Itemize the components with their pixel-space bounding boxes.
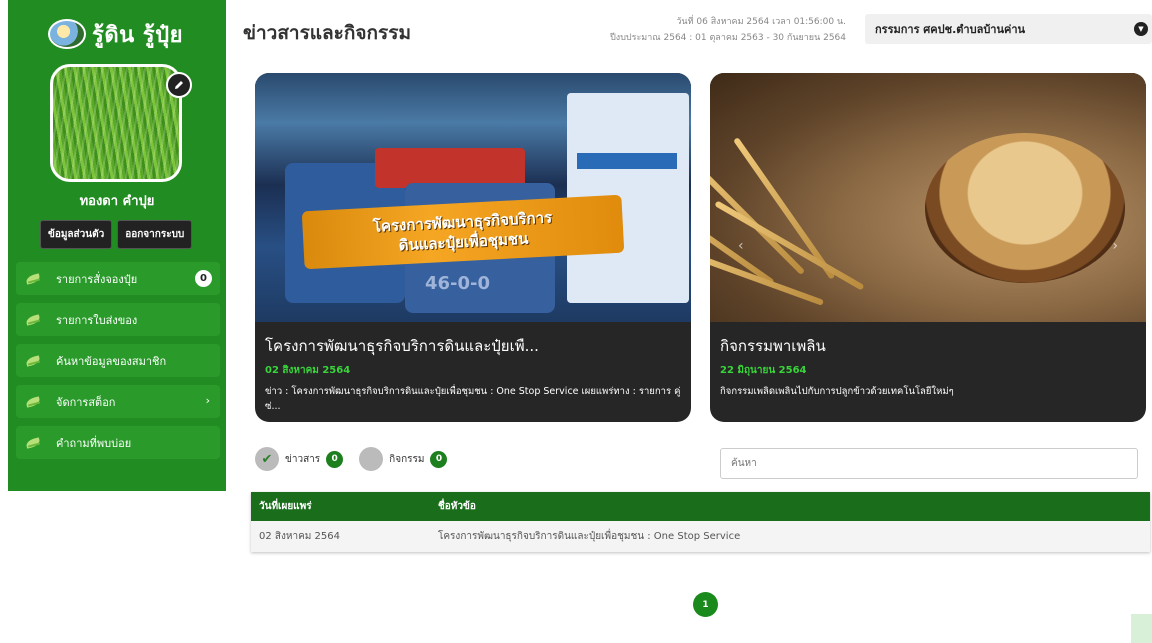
sidebar-item-stock[interactable]: จัดการสต็อก › — [16, 385, 220, 418]
brand[interactable]: รู้ดิน รู้ปุ๋ย — [48, 14, 183, 54]
row-date: 02 สิงหาคม 2564 — [259, 531, 341, 542]
filter-activity-label[interactable]: กิจกรรม — [389, 452, 424, 467]
news-image: โครงการพัฒนาธุรกิจบริการ ดินและปุ๋ยเพื่อ… — [255, 73, 691, 322]
row-topic[interactable]: โครงการพัฒนาธุรกิจบริการดินและปุ๋ยเพื่อช… — [438, 529, 1150, 544]
news-table: วันที่เผยแพร่ ชื่อหัวข้อ 02 สิงหาคม 2564… — [251, 492, 1150, 552]
leaf-icon — [26, 273, 44, 285]
username: ทองดา คำปุย — [79, 194, 155, 209]
sidebar-item-label: รายการสั่งจองปุ๋ย — [56, 272, 138, 286]
table-row[interactable]: 02 สิงหาคม 2564 โครงการพัฒนาธุรกิจบริการ… — [251, 521, 1150, 552]
logout-button[interactable]: ออกจากระบบ — [117, 220, 193, 249]
fertilizer-formula: 46-0-0 — [425, 273, 491, 294]
card-description: ข่าว : โครงการพัฒนาธุรกิจบริการดินและปุ๋… — [265, 386, 681, 412]
leaf-icon — [26, 355, 44, 367]
sidebar-item-label: รายการใบส่งของ — [56, 313, 138, 327]
card-title[interactable]: โครงการพัฒนาธุรกิจบริการดินและปุ๋ยเพื... — [265, 334, 681, 358]
chevron-right-icon[interactable]: › — [1112, 238, 1118, 254]
current-datetime: วันที่ 06 สิงหาคม 2564 เวลา 01:56:00 น. — [676, 17, 846, 27]
sidebar-item-label: ค้นหาข้อมูลของสมาชิก — [56, 354, 167, 368]
brand-name: รู้ดิน รู้ปุ๋ย — [92, 22, 183, 48]
header-date-info: วันที่ 06 สิงหาคม 2564 เวลา 01:56:00 น. … — [610, 14, 846, 46]
leaf-icon — [26, 437, 44, 449]
sidebar-item-member-search[interactable]: ค้นหาข้อมูลของสมาชิก — [16, 344, 220, 377]
leaf-icon — [26, 396, 44, 408]
avatar — [50, 64, 182, 182]
sidebar: รู้ดิน รู้ปุ๋ย ทองดา คำปุย ข้อมูลส่วนตัว… — [8, 0, 226, 491]
table-header: วันที่เผยแพร่ ชื่อหัวข้อ — [251, 492, 1150, 521]
activity-image: ‹ › — [710, 73, 1146, 322]
check-icon[interactable]: ✔ — [255, 447, 279, 471]
activity-card[interactable]: ‹ › กิจกรรมพาเพลิน 22 มิถุนายน 2564 กิจก… — [710, 73, 1146, 422]
sidebar-item-fertilizer-orders[interactable]: รายการสั่งจองปุ๋ย 0 — [16, 262, 220, 295]
sidebar-item-faq[interactable]: คำถามที่พบบ่อย — [16, 426, 220, 459]
sidebar-menu: รายการสั่งจองปุ๋ย 0 รายการใบส่งของ ค้นหา… — [16, 262, 220, 467]
leaf-icon — [26, 314, 44, 326]
card-title[interactable]: กิจกรรมพาเพลิน — [720, 334, 1136, 358]
activity-count-badge: 0 — [430, 450, 448, 468]
filter-activity-radio[interactable] — [359, 447, 384, 471]
department-select[interactable]: กรรมการ ศคปช.ตำบลบ้านค่าน ▼ — [865, 14, 1152, 44]
search-input[interactable] — [720, 448, 1138, 479]
card-date: 22 มิถุนายน 2564 — [720, 365, 807, 376]
card-description: กิจกรรมเพลิดเพลินไปกับการปลูกข้าวด้วยเทค… — [720, 386, 954, 397]
scroll-top-button[interactable] — [1131, 614, 1152, 643]
news-card[interactable]: โครงการพัฒนาธุรกิจบริการ ดินและปุ๋ยเพื่อ… — [255, 73, 691, 422]
column-topic[interactable]: ชื่อหัวข้อ — [438, 499, 1150, 514]
sidebar-item-label: จัดการสต็อก — [56, 395, 116, 409]
column-publish-date[interactable]: วันที่เผยแพร่ — [251, 499, 438, 514]
content-filters: ✔ ข่าวสาร 0 กิจกรรม 0 — [255, 447, 457, 471]
profile-actions: ข้อมูลส่วนตัว ออกจากระบบ — [40, 220, 193, 249]
profile-button[interactable]: ข้อมูลส่วนตัว — [40, 220, 113, 249]
order-count-badge: 0 — [195, 270, 212, 287]
chevron-left-icon[interactable]: ‹ — [738, 238, 744, 254]
farm-logo-icon — [48, 19, 86, 49]
page-title: ข่าวสารและกิจกรรม — [243, 22, 411, 44]
filter-news-label[interactable]: ข่าวสาร — [285, 452, 320, 467]
department-value: กรรมการ ศคปช.ตำบลบ้านค่าน — [875, 23, 1026, 36]
card-date: 02 สิงหาคม 2564 — [265, 365, 351, 376]
sidebar-item-label: คำถามที่พบบ่อย — [56, 436, 132, 450]
fiscal-year: ปีงบประมาณ 2564 : 01 ตุลาคม 2563 - 30 กั… — [610, 33, 846, 43]
pencil-icon[interactable] — [166, 72, 192, 98]
chevron-right-icon: › — [205, 394, 210, 407]
sidebar-item-delivery-notes[interactable]: รายการใบส่งของ — [16, 303, 220, 336]
chevron-down-icon: ▼ — [1134, 22, 1148, 36]
news-count-badge: 0 — [326, 450, 344, 468]
pagination-page-1[interactable]: 1 — [693, 592, 718, 617]
